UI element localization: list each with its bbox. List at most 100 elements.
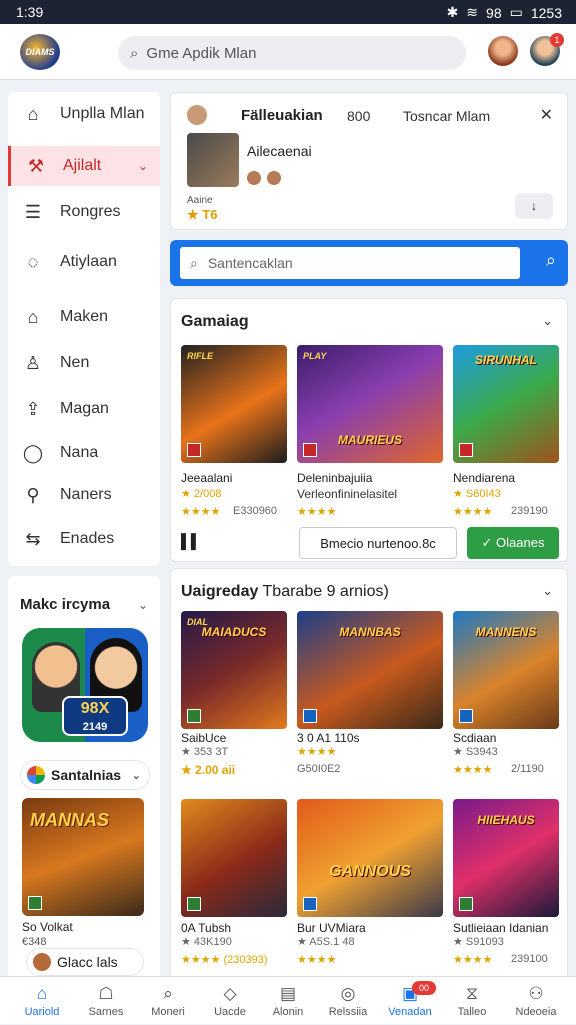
game-card[interactable]: PLAY MAURIEUS (297, 345, 443, 463)
sidebar-item-8[interactable]: ⚲ Naners (8, 475, 160, 515)
sidebar-item-0[interactable]: ⌂ Unplla Mlan (8, 94, 160, 134)
avatar[interactable] (488, 36, 518, 66)
featured-hero-image[interactable]: 98X 2149 (22, 628, 148, 742)
avatar (33, 953, 51, 971)
game-meta: 2/1190 (511, 763, 544, 775)
hero-score-sub: 2149 (82, 721, 108, 733)
sidebar-item-label: Ajilalt (63, 157, 102, 174)
highlight-link[interactable]: Tosncar Mlam (403, 108, 490, 124)
sidebar-item-label: Magan (60, 400, 109, 417)
game-card[interactable]: DIAL MAIADUCS (181, 611, 287, 729)
game-card-logo: MAIADUCS (201, 625, 267, 639)
game-card[interactable]: RIFLE (181, 345, 287, 463)
panel-action-button[interactable]: Glacc lals (26, 948, 144, 976)
game-card[interactable]: MANNAS (22, 798, 144, 916)
section-title: Gamaiag (181, 313, 249, 330)
rating-tag-icon (187, 897, 201, 911)
grid-view-icon[interactable]: ▌▌ (181, 533, 201, 549)
top-search-input[interactable]: ⌕ Gme Apdik Mlan (118, 36, 466, 70)
library-icon: ▤ (279, 983, 297, 1003)
nav-item-6[interactable]: ▣ Venadan 00 (378, 977, 442, 1025)
sidebar-item-label: Maken (60, 308, 109, 325)
bubble-icon: ◯ (22, 442, 44, 463)
avatar (247, 171, 261, 185)
game-stars: ★★★★ (181, 506, 221, 518)
search-input[interactable]: ⌕ Santencaklan (180, 247, 520, 279)
sidebar-item-2[interactable]: ☰ Rongres (8, 192, 160, 232)
game-card[interactable]: MANNENS (453, 611, 559, 729)
primary-button[interactable]: ✓ Olaanes (467, 527, 559, 559)
category-icon (27, 766, 45, 784)
nav-item-2[interactable]: ⌕ Moneri (136, 977, 200, 1025)
profile-icon: ⚇ (528, 983, 544, 1003)
participant-avatars (247, 171, 281, 185)
panel-title: Makc ircyma (20, 596, 111, 613)
sidebar-item-label: Rongres (60, 203, 121, 220)
rating-tag-icon (459, 443, 473, 457)
game-card[interactable]: MANNBAS (297, 611, 443, 729)
app-logo[interactable]: DIAMS (20, 34, 60, 70)
sidebar-item-4[interactable]: ⌂ Maken (8, 297, 160, 337)
game-card-title: MANNAS (30, 810, 109, 830)
nav-item-7[interactable]: ⧖ Talleo (440, 977, 504, 1025)
profile-avatar[interactable]: 1 (530, 33, 564, 66)
game-rating: ★ S3943 (453, 746, 498, 758)
search-placeholder: Santencaklan (207, 255, 293, 271)
hero-score: 98X 2149 (62, 696, 128, 736)
rating-tag-icon (459, 709, 473, 723)
chevron-down-icon[interactable]: ⌄ (542, 313, 553, 329)
game-rating: ★ S60I43 (453, 488, 501, 500)
sidebar-item-3[interactable]: ◌ Atiylaan (8, 242, 160, 282)
game-stars: ★★★★ (453, 764, 493, 776)
sidebar-item-6[interactable]: ⇪ Magan (8, 389, 160, 429)
timer-icon: ⧖ (466, 983, 478, 1003)
chevron-down-icon[interactable]: ⌄ (138, 598, 148, 612)
rating-tag-icon (28, 896, 42, 910)
rating-tag-icon (187, 443, 201, 457)
sidebar-item-1[interactable]: ⚒ Ajilalt ⌄ (8, 146, 160, 186)
sidebar-item-7[interactable]: ◯ Nana (8, 433, 160, 473)
diamond-icon: ◇ (223, 983, 237, 1003)
share-icon: ⇆ (25, 528, 41, 549)
nav-item-5[interactable]: ◎ Relssiia (316, 977, 380, 1025)
sidebar-item-9[interactable]: ⇆ Enades (8, 519, 160, 559)
download-button[interactable]: ↓ (515, 193, 553, 219)
game-name: Scdiaan (453, 731, 497, 745)
game-card[interactable]: HIIEHAUS (453, 799, 559, 917)
home-icon: ⌂ (27, 103, 39, 124)
game-stars: ★★★★ (297, 954, 337, 966)
game-name: 3 0 A1 110s (297, 731, 360, 745)
secondary-button[interactable]: Bmecio nurtenoo.8c (299, 527, 457, 559)
game-card-logo: MANNBAS (339, 625, 401, 639)
highlight-title: Fälleuakian (241, 107, 323, 124)
game-card[interactable] (181, 799, 287, 917)
nav-item-1[interactable]: ☖ Sarnes (74, 977, 138, 1025)
pin-icon: ⚲ (26, 484, 40, 505)
box-icon: ⌂ (27, 306, 39, 327)
game-card-title: RIFLE (187, 351, 213, 361)
home-icon: ⌂ (36, 983, 48, 1003)
close-icon[interactable]: ✕ (540, 105, 553, 125)
chevron-down-icon[interactable]: ⌄ (542, 583, 553, 599)
group-thumbnail[interactable] (187, 133, 239, 187)
game-meta: 239100 (511, 953, 548, 965)
sidebar-item-label: Naners (60, 486, 112, 503)
rating-tag-icon (303, 709, 317, 723)
game-price: ★ 2.00 aii (181, 763, 236, 777)
game-stars: ★★★★ (297, 506, 337, 518)
search-icon: ⌕ (163, 983, 173, 1003)
nav-item-8[interactable]: ⚇ Ndeoeia (504, 977, 568, 1025)
nav-item-3[interactable]: ◇ Uacde (198, 977, 262, 1025)
search-submit-icon[interactable]: ⌕ (546, 250, 556, 271)
game-card[interactable]: GANNOUS (297, 799, 443, 917)
sidebar-item-5[interactable]: ♙ Nen (8, 343, 160, 383)
nav-item-4[interactable]: ▤ Alonin (256, 977, 320, 1025)
game-card-logo: GANNOUS (329, 863, 411, 880)
search-icon: ⌕ (190, 254, 198, 271)
panel-action-label: Glacc lals (57, 954, 118, 970)
nav-item-0[interactable]: ⌂ Uariold (10, 977, 74, 1025)
category-chip[interactable]: Santalnias ⌄ (20, 760, 150, 790)
nav-label: Relssiia (328, 1005, 368, 1018)
game-card[interactable]: SIRUNHAL (453, 345, 559, 463)
game-card-logo: SIRUNHAL (475, 353, 537, 367)
